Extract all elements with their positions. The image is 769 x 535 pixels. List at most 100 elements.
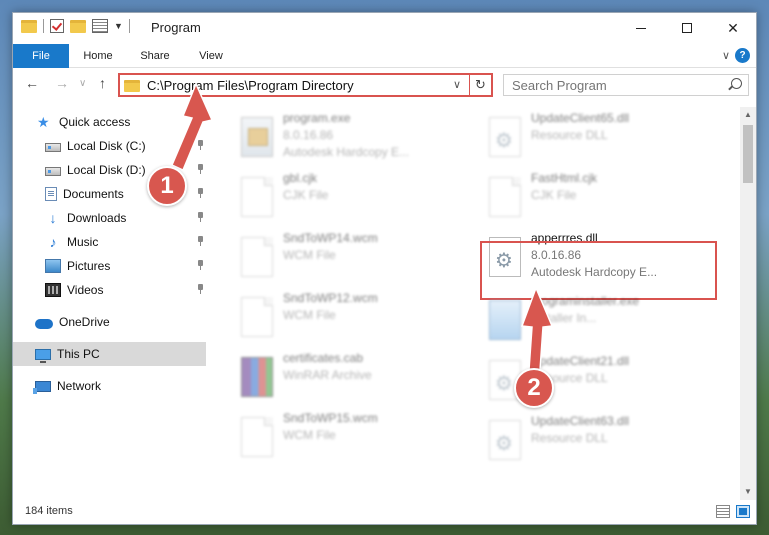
sidebar-item-label: Quick access	[59, 115, 131, 129]
dll-file-icon	[489, 117, 521, 157]
large-icons-view-icon[interactable]	[736, 505, 750, 518]
quick-access-toolbar: ▼	[21, 19, 130, 33]
file-icon	[489, 177, 521, 217]
scroll-thumb[interactable]	[743, 125, 753, 183]
sidebar-item-quick-access[interactable]: ★ Quick access	[13, 110, 206, 134]
properties-check-icon[interactable]	[50, 19, 64, 33]
file-icon	[241, 417, 273, 457]
file-list: program.exe 8.0.16.86 Autodesk Hardcopy …	[213, 107, 743, 502]
videos-icon	[45, 283, 61, 297]
sidebar-item-label: Pictures	[67, 259, 111, 273]
ribbon-tabs: File Home Share View ∨ ?	[13, 44, 756, 68]
file-name: certificates.cab	[283, 351, 364, 365]
step-2-badge: 2	[514, 368, 554, 408]
sidebar-item-pictures[interactable]: Pictures	[13, 254, 206, 278]
downloads-icon: ↓	[49, 210, 57, 226]
search-icon[interactable]	[731, 78, 742, 89]
customize-toolbar-chevron-icon[interactable]: ▼	[114, 21, 123, 31]
file-description: Autodesk Hardcopy E...	[283, 145, 410, 159]
sidebar-item-onedrive[interactable]: OneDrive	[13, 310, 206, 334]
music-icon: ♪	[49, 234, 57, 250]
window-controls: ✕	[618, 13, 756, 43]
file-name: UpdateClient65.dll	[531, 111, 630, 125]
file-icon	[241, 297, 273, 337]
file-name: FastHtml.cjk	[531, 171, 597, 185]
folder-icon	[21, 19, 37, 33]
file-type: Resource DLL	[531, 431, 608, 445]
view-properties-icon[interactable]	[92, 19, 108, 33]
pin-icon[interactable]	[197, 164, 204, 174]
file-type: CJK File	[283, 188, 329, 202]
expand-ribbon-chevron-icon[interactable]: ∨	[722, 49, 730, 62]
file-type: WinRAR Archive	[283, 368, 372, 382]
sidebar-item-label: This PC	[57, 347, 100, 361]
maximize-button[interactable]	[664, 13, 710, 43]
file-item[interactable]: program.exe 8.0.16.86 Autodesk Hardcopy …	[235, 109, 475, 167]
recent-locations-chevron-icon[interactable]: ∨	[79, 78, 86, 89]
vertical-scrollbar[interactable]: ▲ ▼	[740, 107, 756, 500]
toolbar-divider	[128, 19, 130, 33]
address-path[interactable]: C:\Program Files\Program Directory	[147, 78, 354, 93]
details-view-icon[interactable]	[716, 505, 730, 518]
file-name: SndToWP15.wcm	[283, 411, 378, 425]
file-item[interactable]: SndToWP15.wcm WCM File	[235, 409, 475, 467]
file-item[interactable]: UpdateClient65.dll Resource DLL	[483, 109, 723, 167]
sidebar-item-this-pc[interactable]: This PC	[13, 342, 206, 366]
pin-icon[interactable]	[197, 284, 204, 294]
sidebar-item-downloads[interactable]: ↓ Downloads	[13, 206, 206, 230]
tab-share[interactable]: Share	[135, 44, 175, 68]
file-item[interactable]: gbl.cjk CJK File	[235, 169, 475, 227]
minimize-button[interactable]	[618, 13, 664, 43]
new-folder-icon[interactable]	[70, 19, 86, 33]
status-bar: 184 items	[13, 500, 756, 524]
sidebar-item-label: Documents	[63, 187, 124, 201]
drive-icon	[45, 143, 61, 152]
pin-icon[interactable]	[197, 260, 204, 270]
file-name: SndToWP12.wcm	[283, 291, 378, 305]
help-icon[interactable]: ?	[735, 48, 750, 63]
title-bar: ▼ Program ✕	[13, 13, 756, 43]
refresh-icon[interactable]: ↻	[469, 75, 491, 95]
pin-icon[interactable]	[197, 212, 204, 222]
sidebar-item-label: Music	[67, 235, 99, 249]
sidebar-item-local-disk-c[interactable]: Local Disk (C:)	[13, 134, 206, 158]
sidebar-item-network[interactable]: Network	[13, 374, 206, 398]
file-item[interactable]: certificates.cab WinRAR Archive	[235, 349, 475, 407]
file-item[interactable]: SndToWP14.wcm WCM File	[235, 229, 475, 287]
forward-arrow-icon[interactable]: →	[55, 75, 69, 91]
pin-icon[interactable]	[197, 140, 204, 150]
item-count: 184 items	[25, 505, 73, 517]
pin-icon[interactable]	[197, 236, 204, 246]
file-name: UpdateClient21.dll	[531, 354, 630, 368]
file-item[interactable]: FastHtml.cjk CJK File	[483, 169, 723, 227]
scroll-down-arrow-icon[interactable]: ▼	[740, 484, 756, 500]
up-arrow-icon[interactable]: ↑	[99, 75, 106, 91]
tab-file[interactable]: File	[13, 44, 69, 68]
tab-home[interactable]: Home	[75, 44, 121, 68]
file-name: programinstaller.exe	[531, 294, 640, 308]
sidebar-item-label: Videos	[67, 283, 104, 297]
address-dropdown-chevron-icon[interactable]: ∨	[453, 78, 461, 91]
file-item[interactable]: SndToWP12.wcm WCM File	[235, 289, 475, 347]
exe-file-icon	[241, 117, 273, 157]
file-type: WCM File	[283, 308, 336, 322]
close-button[interactable]: ✕	[710, 13, 756, 43]
search-box[interactable]	[503, 74, 749, 96]
network-icon	[33, 380, 51, 394]
sidebar-item-music[interactable]: ♪ Music	[13, 230, 206, 254]
pin-icon[interactable]	[197, 188, 204, 198]
installer-file-icon	[489, 300, 521, 340]
back-arrow-icon[interactable]: ←	[25, 75, 39, 91]
sidebar-item-label: Local Disk (D:)	[67, 163, 146, 177]
file-name: SndToWP14.wcm	[283, 231, 378, 245]
file-item[interactable]: UpdateClient63.dll Resource DLL	[483, 412, 723, 470]
scroll-up-arrow-icon[interactable]: ▲	[740, 107, 756, 123]
file-item[interactable]: programinstaller.exe Installer In...	[483, 292, 723, 350]
file-type: CJK File	[531, 188, 577, 202]
address-bar[interactable]: C:\Program Files\Program Directory ∨ ↻	[118, 73, 493, 97]
search-input[interactable]	[504, 75, 724, 95]
file-name: gbl.cjk	[283, 171, 318, 185]
tab-view[interactable]: View	[191, 44, 231, 68]
sidebar-item-videos[interactable]: Videos	[13, 278, 206, 302]
file-name: program.exe	[283, 111, 351, 125]
